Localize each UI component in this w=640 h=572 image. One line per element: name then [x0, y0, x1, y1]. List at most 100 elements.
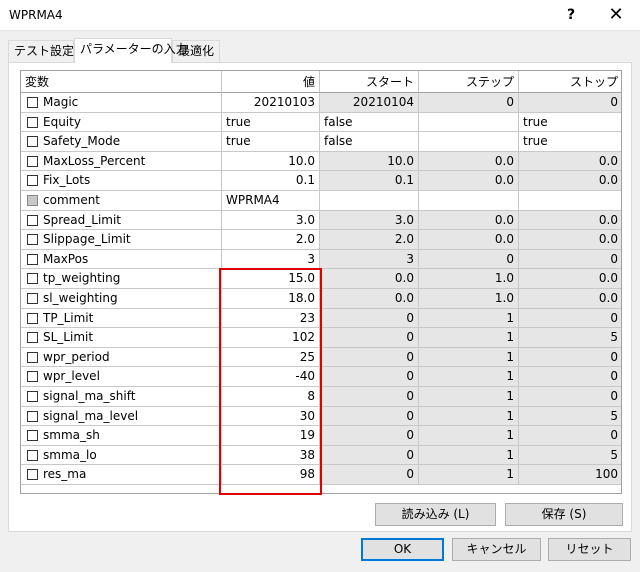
table-row[interactable]: Spread_Limit 3.0 3.0 0.0 0.0	[21, 210, 621, 231]
stop-cell[interactable]: 0.0	[519, 289, 621, 309]
optimize-checkbox[interactable]	[27, 371, 38, 383]
stop-cell[interactable]: 0	[519, 426, 621, 446]
stop-cell[interactable]: 0.0	[519, 230, 621, 250]
stop-cell[interactable]: 0.0	[519, 171, 621, 191]
stop-cell[interactable]: 5	[519, 406, 621, 427]
table-row[interactable]: SL_Limit 102 0 1 5	[21, 328, 621, 348]
optimize-checkbox[interactable]	[27, 155, 38, 167]
step-cell[interactable]: 0	[419, 93, 519, 113]
help-icon[interactable]: ?	[556, 3, 586, 27]
table-row[interactable]: wpr_period 25 0 1 0	[21, 347, 621, 368]
table-row[interactable]: signal_ma_shift 8 0 1 0	[21, 387, 621, 407]
optimize-checkbox[interactable]	[27, 469, 38, 481]
step-cell[interactable]: 0.0	[419, 171, 519, 191]
table-row[interactable]: sl_weighting 18.0 0.0 1.0 0.0	[21, 289, 621, 309]
start-cell[interactable]: 0	[320, 465, 419, 485]
step-cell[interactable]: 1	[419, 426, 519, 446]
optimize-checkbox[interactable]	[27, 332, 38, 344]
start-cell[interactable]: 0	[320, 308, 419, 329]
step-cell[interactable]: 1	[419, 308, 519, 329]
step-cell[interactable]: 1	[419, 367, 519, 387]
value-cell[interactable]: 23	[222, 308, 320, 329]
table-row[interactable]: comment WPRMA4	[21, 191, 621, 211]
column-header-start[interactable]: スタート	[320, 71, 419, 93]
column-header-step[interactable]: ステップ	[419, 71, 519, 93]
start-cell[interactable]: 0.0	[320, 289, 419, 309]
value-cell[interactable]: 38	[222, 445, 320, 466]
step-cell[interactable]	[419, 191, 519, 211]
value-cell[interactable]: 102	[222, 328, 320, 348]
start-cell[interactable]: 3	[320, 249, 419, 270]
optimize-checkbox[interactable]	[27, 312, 38, 324]
save-button[interactable]: 保存 (S)	[505, 503, 623, 526]
ok-button[interactable]: OK	[361, 538, 444, 561]
optimize-checkbox[interactable]	[27, 430, 38, 442]
stop-cell[interactable]: 0.0	[519, 210, 621, 231]
step-cell[interactable]: 0.0	[419, 151, 519, 172]
stop-cell[interactable]: 0	[519, 249, 621, 270]
stop-cell[interactable]: 5	[519, 445, 621, 466]
value-cell[interactable]: 3	[222, 249, 320, 270]
optimize-checkbox[interactable]	[27, 449, 38, 461]
table-row[interactable]: signal_ma_level 30 0 1 5	[21, 406, 621, 427]
optimize-checkbox[interactable]	[27, 136, 38, 148]
optimize-checkbox[interactable]	[27, 253, 38, 265]
start-cell[interactable]: 0	[320, 426, 419, 446]
start-cell[interactable]: 20210104	[320, 93, 419, 113]
table-row[interactable]: Magic 20210103 20210104 0 0	[21, 93, 621, 113]
step-cell[interactable]	[419, 112, 519, 133]
value-cell[interactable]: 25	[222, 347, 320, 368]
table-row[interactable]: MaxLoss_Percent 10.0 10.0 0.0 0.0	[21, 151, 621, 172]
value-cell[interactable]: 2.0	[222, 230, 320, 250]
step-cell[interactable]: 0.0	[419, 230, 519, 250]
column-header-stop[interactable]: ストップ	[519, 71, 621, 93]
table-row[interactable]: Slippage_Limit 2.0 2.0 0.0 0.0	[21, 230, 621, 250]
stop-cell[interactable]: 0	[519, 347, 621, 368]
step-cell[interactable]	[419, 132, 519, 152]
value-cell[interactable]: true	[222, 132, 320, 152]
step-cell[interactable]: 1	[419, 328, 519, 348]
start-cell[interactable]	[320, 191, 419, 211]
stop-cell[interactable]: 100	[519, 465, 621, 485]
optimize-checkbox[interactable]	[27, 97, 38, 108]
stop-cell[interactable]: 5	[519, 328, 621, 348]
start-cell[interactable]: false	[320, 132, 419, 152]
table-row[interactable]: Equity true false true	[21, 112, 621, 133]
stop-cell[interactable]: 0.0	[519, 151, 621, 172]
value-cell[interactable]: 3.0	[222, 210, 320, 231]
value-cell[interactable]: 8	[222, 387, 320, 407]
column-header-value[interactable]: 値	[222, 71, 320, 93]
value-cell[interactable]: WPRMA4	[222, 191, 320, 211]
column-header-variable[interactable]: 変数	[21, 71, 222, 93]
table-row[interactable]: tp_weighting 15.0 0.0 1.0 0.0	[21, 269, 621, 289]
start-cell[interactable]: 0	[320, 347, 419, 368]
stop-cell[interactable]: 0.0	[519, 269, 621, 289]
step-cell[interactable]: 1	[419, 387, 519, 407]
start-cell[interactable]: 0	[320, 406, 419, 427]
optimize-checkbox[interactable]	[27, 175, 38, 187]
table-row[interactable]: Fix_Lots 0.1 0.1 0.0 0.0	[21, 171, 621, 191]
step-cell[interactable]: 0	[419, 249, 519, 270]
step-cell[interactable]: 0.0	[419, 210, 519, 231]
optimize-checkbox[interactable]	[27, 195, 38, 206]
start-cell[interactable]: 3.0	[320, 210, 419, 231]
value-cell[interactable]: true	[222, 112, 320, 133]
stop-cell[interactable]: true	[519, 113, 621, 133]
start-cell[interactable]: 0	[320, 387, 419, 407]
step-cell[interactable]: 1	[419, 347, 519, 368]
start-cell[interactable]: 2.0	[320, 230, 419, 250]
value-cell[interactable]: 30	[222, 406, 320, 427]
value-cell[interactable]: 15.0	[222, 269, 320, 289]
optimize-checkbox[interactable]	[27, 116, 38, 128]
start-cell[interactable]: 0.0	[320, 269, 419, 289]
optimize-checkbox[interactable]	[27, 273, 38, 285]
step-cell[interactable]: 1	[419, 406, 519, 427]
optimize-checkbox[interactable]	[27, 234, 38, 246]
start-cell[interactable]: 0.1	[320, 171, 419, 191]
close-icon[interactable]: ✕	[596, 3, 636, 27]
stop-cell[interactable]: 0	[519, 93, 621, 113]
start-cell[interactable]: 10.0	[320, 151, 419, 172]
optimize-checkbox[interactable]	[27, 293, 38, 304]
value-cell[interactable]: 98	[222, 465, 320, 485]
step-cell[interactable]: 1.0	[419, 289, 519, 309]
